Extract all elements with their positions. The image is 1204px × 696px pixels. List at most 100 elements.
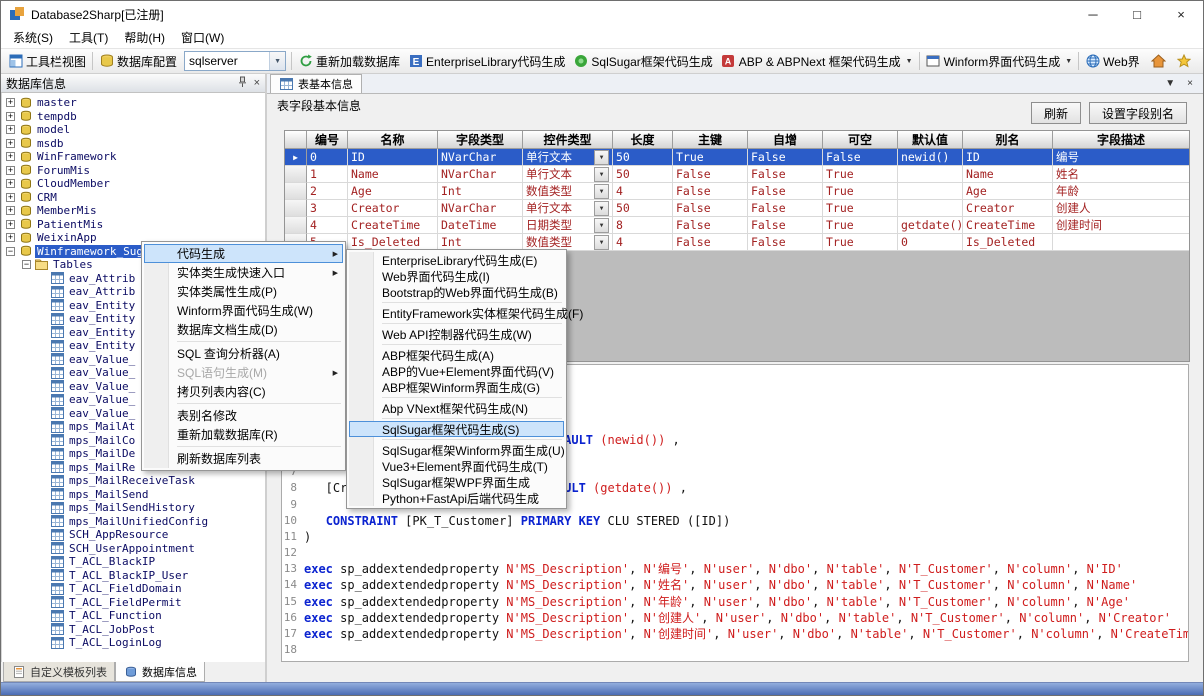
grid-cell[interactable]: True	[823, 217, 898, 234]
submenu-item[interactable]: SqlSugar框架代码生成(S)	[349, 421, 564, 437]
tree-item-database[interactable]: +tempdb	[2, 110, 265, 124]
grid-column-header[interactable]: 默认值	[898, 131, 963, 149]
grid-cell[interactable]: 单行文本▼	[523, 200, 613, 217]
grid-cell[interactable]: 50	[613, 149, 673, 166]
tree-expander[interactable]: +	[6, 193, 15, 202]
tree-item-table[interactable]: T_ACL_FieldDomain	[2, 582, 265, 596]
submenu-item[interactable]: EntityFramework实体框架代码生成(F)	[349, 305, 564, 321]
menubar-item[interactable]: 系统(S)	[5, 27, 61, 48]
context-menu-item[interactable]: 拷贝列表内容(C)	[144, 382, 343, 401]
tree-item-database[interactable]: +CRM	[2, 191, 265, 205]
grid-column-header[interactable]: 自增	[748, 131, 823, 149]
menubar-item[interactable]: 帮助(H)	[116, 27, 173, 48]
toolbar-button[interactable]: 数据库配置	[95, 50, 181, 72]
grid-cell[interactable]: newid()	[898, 149, 963, 166]
context-menu-item[interactable]: 数据库文档生成(D)	[144, 320, 343, 339]
tree-item-table[interactable]: mps_MailUnifiedConfig	[2, 515, 265, 529]
grid-column-header[interactable]: 可空	[823, 131, 898, 149]
toolbar-button[interactable]: SqlSugar框架代码生成	[569, 50, 716, 72]
menubar-item[interactable]: 窗口(W)	[173, 27, 232, 48]
tree-item-table[interactable]: SCH_AppResource	[2, 528, 265, 542]
table-row[interactable]: 2AgeInt数值类型▼4FalseFalseTrueAge年龄	[285, 183, 1189, 200]
pin-icon[interactable]	[237, 76, 248, 91]
set-field-alias-button[interactable]: 设置字段别名	[1089, 102, 1187, 124]
tree-item-table[interactable]: T_ACL_Function	[2, 609, 265, 623]
toolbar-button[interactable]: EEnterpriseLibrary代码生成	[404, 50, 569, 72]
context-menu-item[interactable]: 重新加载数据库(R)	[144, 425, 343, 444]
toolbar-button[interactable]: AABP & ABPNext 框架代码生成▼	[717, 50, 917, 72]
grid-cell[interactable]: False	[823, 149, 898, 166]
grid-cell[interactable]: ID	[348, 149, 438, 166]
combo-dropdown-icon[interactable]: ▼	[594, 150, 609, 165]
toolbar-button[interactable]: 重新加载数据库	[294, 50, 404, 72]
submenu-item[interactable]: SqlSugar框架Winform界面生成(U)	[349, 442, 564, 458]
grid-cell[interactable]: DateTime	[438, 217, 523, 234]
tree-item-table[interactable]: T_ACL_BlackIP_User	[2, 569, 265, 583]
context-menu-item[interactable]: SQL 查询分析器(A)	[144, 344, 343, 363]
context-menu-item[interactable]: 实体类属性生成(P)	[144, 282, 343, 301]
refresh-button[interactable]: 刷新	[1031, 102, 1081, 124]
tree-item-database[interactable]: +PatientMis	[2, 218, 265, 232]
tree-item-database[interactable]: +master	[2, 96, 265, 110]
context-menu-item[interactable]: 代码生成▶	[144, 244, 343, 263]
grid-cell[interactable]: 0	[898, 234, 963, 251]
context-menu-item[interactable]: Winform界面代码生成(W)	[144, 301, 343, 320]
grid-column-header[interactable]: 长度	[613, 131, 673, 149]
minimize-button[interactable]: ─	[1071, 1, 1115, 27]
grid-cell[interactable]: 50	[613, 166, 673, 183]
grid-cell[interactable]: True	[823, 200, 898, 217]
submenu-item[interactable]: Web API控制器代码生成(W)	[349, 326, 564, 342]
grid-cell[interactable]: 日期类型▼	[523, 217, 613, 234]
grid-cell[interactable]: NVarChar	[438, 149, 523, 166]
grid-cell[interactable]: Name	[348, 166, 438, 183]
db-type-combobox[interactable]: sqlserver▼	[184, 51, 286, 71]
grid-cell[interactable]: CreateTime	[348, 217, 438, 234]
panel-close-icon[interactable]: ×	[254, 77, 260, 89]
grid-cell[interactable]: False	[748, 217, 823, 234]
grid-cell[interactable]: True	[823, 234, 898, 251]
grid-column-header[interactable]: 字段描述	[1053, 131, 1190, 149]
grid-column-header[interactable]: 别名	[963, 131, 1053, 149]
grid-cell[interactable]: NVarChar	[438, 200, 523, 217]
context-menu-item[interactable]: 表别名修改	[144, 406, 343, 425]
row-selector[interactable]: ▶	[285, 149, 307, 166]
grid-cell[interactable]: 50	[613, 200, 673, 217]
tree-item-database[interactable]: +WinFramework	[2, 150, 265, 164]
grid-cell[interactable]: 3	[307, 200, 348, 217]
grid-cell[interactable]: False	[673, 217, 748, 234]
submenu-item[interactable]: ABP框架代码生成(A)	[349, 347, 564, 363]
combo-dropdown-icon[interactable]: ▼	[594, 235, 609, 250]
tree-item-table[interactable]: T_ACL_JobPost	[2, 623, 265, 637]
grid-cell[interactable]: False	[748, 234, 823, 251]
submenu-item[interactable]: Python+FastApi后端代码生成	[349, 490, 564, 506]
grid-cell[interactable]: 单行文本▼	[523, 149, 613, 166]
table-row[interactable]: ▶0IDNVarChar单行文本▼50TrueFalseFalsenewid()…	[285, 149, 1189, 166]
toolbar-button[interactable]	[1172, 50, 1195, 72]
grid-column-header[interactable]: 字段类型	[438, 131, 523, 149]
grid-cell[interactable]: 编号	[1053, 149, 1190, 166]
tree-expander[interactable]: +	[6, 139, 15, 148]
grid-cell[interactable]: False	[748, 149, 823, 166]
grid-cell[interactable]: ID	[963, 149, 1053, 166]
bottom-tab-database-info[interactable]: 数据库信息	[115, 662, 205, 682]
submenu-item[interactable]: ABP的Vue+Element界面代码(V)	[349, 363, 564, 379]
table-row[interactable]: 4CreateTimeDateTime日期类型▼8FalseFalseTrueg…	[285, 217, 1189, 234]
tree-item-database[interactable]: +ForumMis	[2, 164, 265, 178]
toolbar-button[interactable]: Winform界面代码生成▼	[922, 50, 1077, 72]
tree-item-database[interactable]: +msdb	[2, 137, 265, 151]
grid-cell[interactable]	[898, 183, 963, 200]
grid-cell[interactable]: Int	[438, 183, 523, 200]
submenu-item[interactable]: Vue3+Element界面代码生成(T)	[349, 458, 564, 474]
grid-cell[interactable]: Age	[348, 183, 438, 200]
toolbar-button[interactable]: Web界面代码生成▼	[1081, 50, 1139, 72]
tree-item-table[interactable]: mps_MailSend	[2, 488, 265, 502]
grid-cell[interactable]: True	[673, 149, 748, 166]
grid-cell[interactable]: Creator	[348, 200, 438, 217]
grid-cell[interactable]: False	[673, 200, 748, 217]
grid-cell[interactable]: False	[673, 166, 748, 183]
tree-item-database[interactable]: +model	[2, 123, 265, 137]
tree-expander[interactable]: +	[6, 166, 15, 175]
grid-cell[interactable]: 单行文本▼	[523, 166, 613, 183]
row-selector[interactable]	[285, 217, 307, 234]
tree-expander[interactable]: +	[6, 179, 15, 188]
